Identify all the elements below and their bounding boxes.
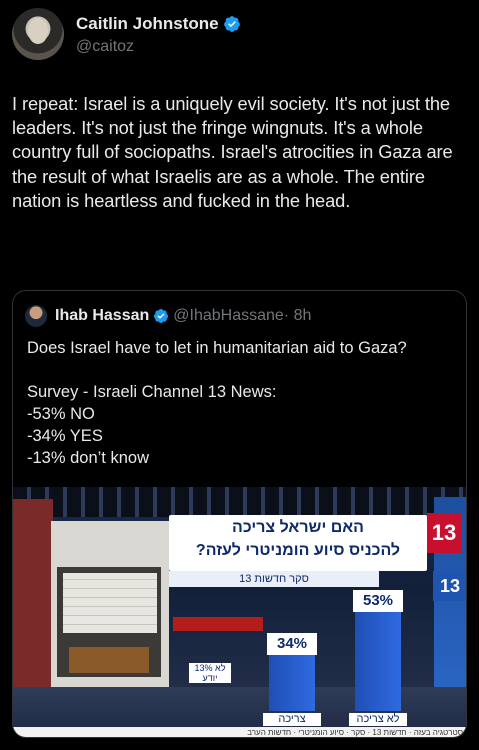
quoted-tweet-time[interactable]: · 8h <box>284 307 312 325</box>
survey-bar-value: 34% <box>267 632 317 655</box>
tweet-text: I repeat: Israel is a uniquely evil soci… <box>12 93 453 211</box>
survey-unknown-label: 13% לא יודע <box>189 663 231 683</box>
studio-screen-left <box>13 499 53 709</box>
studio-red-strip <box>173 617 263 631</box>
survey-bar-category: צריכה <box>263 713 321 726</box>
survey-headline-line1: האם ישראל צריכה <box>232 519 364 536</box>
tweet-header: Caitlin Johnstone @caitoz <box>12 6 467 62</box>
channel-13-logo-side: 13 <box>433 571 466 601</box>
author-avatar[interactable] <box>12 8 64 60</box>
quoted-tweet-header: Ihab Hassan @IhabHassane · 8h <box>25 305 311 327</box>
quoted-tweet-text: Does Israel have to let in humanitarian … <box>27 339 407 467</box>
survey-bar-value: 53% <box>353 589 403 612</box>
studio-background <box>13 487 466 517</box>
verified-badge-icon <box>223 16 240 32</box>
quoted-author-name[interactable]: Ihab Hassan <box>55 307 149 325</box>
survey-subhead: סקר חדשות 13 <box>169 571 379 587</box>
author-name-row: Caitlin Johnstone <box>76 14 241 34</box>
aid-sacks <box>63 573 157 633</box>
quoted-tweet[interactable]: Ihab Hassan @IhabHassane · 8h Does Israe… <box>12 290 467 738</box>
quoted-author-handle[interactable]: @IhabHassane <box>173 307 284 325</box>
survey-bar-category: לא צריכה <box>349 713 407 726</box>
verified-badge-icon <box>154 309 169 323</box>
author-handle[interactable]: @caitoz <box>76 38 134 56</box>
author-display-name[interactable]: Caitlin Johnstone <box>76 14 219 34</box>
truck-grill <box>69 647 149 673</box>
channel-13-logo: 13 <box>427 513 461 553</box>
survey-headline-box: האם ישראל צריכה להכניס סיוע הומניטרי לעז… <box>169 515 427 571</box>
quoted-tweet-image[interactable]: האם ישראל צריכה להכניס סיוע הומניטרי לעז… <box>13 487 466 737</box>
news-ticker: אסטרטגיה בעזה · חדשות 13 · סקר · סיוע הו… <box>13 727 466 737</box>
survey-headline-line2: להכניס סיוע הומניטרי לעזה? <box>195 542 401 559</box>
quoted-author-avatar[interactable] <box>25 305 47 327</box>
